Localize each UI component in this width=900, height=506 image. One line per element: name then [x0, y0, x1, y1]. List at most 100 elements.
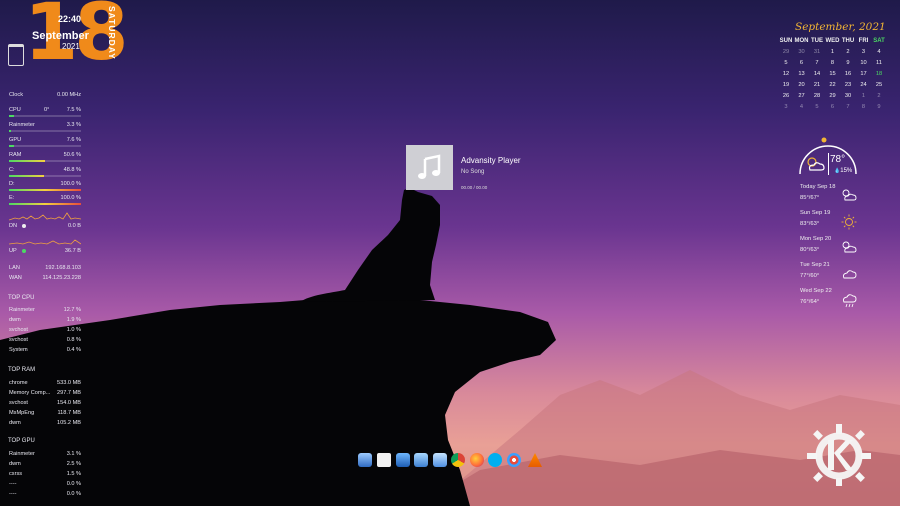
- process-name: ----: [9, 491, 17, 497]
- network-icon[interactable]: [414, 453, 428, 467]
- forecast-day: Wed Sep 22: [800, 288, 832, 294]
- download-row: DN 0.0 B: [9, 223, 81, 229]
- calendar-day[interactable]: 2: [872, 93, 886, 99]
- calendar-day[interactable]: 22: [826, 82, 840, 88]
- calendar-day[interactable]: 6: [826, 104, 840, 110]
- calendar-day[interactable]: 30: [795, 49, 809, 55]
- calendar-day[interactable]: 4: [795, 104, 809, 110]
- calendar-day[interactable]: 7: [810, 60, 824, 66]
- calendar-day[interactable]: 8: [826, 60, 840, 66]
- skype-icon[interactable]: [488, 453, 502, 467]
- forecast-temp: 77°/60°: [800, 273, 820, 279]
- process-name: svchost: [9, 337, 28, 343]
- disk-e-row: E: 100.0 %: [9, 195, 81, 201]
- calendar-day[interactable]: 21: [810, 82, 824, 88]
- calendar-header: TUE: [811, 38, 823, 44]
- calendar-day[interactable]: 11: [872, 60, 886, 66]
- calendar-day[interactable]: 12: [779, 71, 793, 77]
- documents-icon[interactable]: [377, 453, 391, 467]
- process-value: 105.2 MB: [57, 420, 81, 426]
- top-gpu-item: csrss 1.5 %: [9, 471, 81, 477]
- cpu-label: CPU: [9, 107, 21, 113]
- partly-cloudy-icon: [842, 241, 857, 253]
- process-value: 297.7 MB: [57, 390, 81, 396]
- calendar-day[interactable]: 9: [872, 104, 886, 110]
- disk-c-bar: [9, 175, 81, 177]
- calendar-day[interactable]: 1: [826, 49, 840, 55]
- calendar-day[interactable]: 24: [857, 82, 871, 88]
- top-gpu-item: Rainmeter 3.1 %: [9, 451, 81, 457]
- calendar-day[interactable]: 23: [841, 82, 855, 88]
- calendar-day[interactable]: 3: [779, 104, 793, 110]
- calendar-day[interactable]: 18: [872, 71, 886, 77]
- year-display: 2021: [62, 42, 80, 51]
- process-value: 1.0 %: [66, 327, 81, 333]
- calendar-day[interactable]: 5: [810, 104, 824, 110]
- weekday-display: SATURDAY: [107, 6, 117, 60]
- calendar-day[interactable]: 16: [841, 71, 855, 77]
- top-gpu-item: ---- 0.0 %: [9, 481, 81, 487]
- wan-row: WAN 114.125.23.228: [9, 275, 81, 281]
- calendar-day[interactable]: 6: [795, 60, 809, 66]
- disk-c-label: C:: [9, 167, 15, 173]
- rainmeter-bar: [9, 130, 81, 132]
- process-value: 2.5 %: [66, 461, 81, 467]
- calendar-day[interactable]: 4: [872, 49, 886, 55]
- download-graph: [9, 212, 81, 221]
- cpu-temp: 0°: [44, 107, 50, 113]
- calendar-header: WED: [825, 38, 840, 44]
- calendar-day[interactable]: 20: [795, 82, 809, 88]
- calendar-day[interactable]: 31: [810, 49, 824, 55]
- calendar-day[interactable]: 25: [872, 82, 886, 88]
- calendar-day[interactable]: 9: [841, 60, 855, 66]
- process-name: svchost: [9, 400, 28, 406]
- top-cpu-item: System 0.4 %: [9, 347, 81, 353]
- process-name: Rainmeter: [9, 451, 35, 457]
- calendar-day[interactable]: 29: [826, 93, 840, 99]
- calendar-day[interactable]: 10: [857, 60, 871, 66]
- paint-icon[interactable]: [507, 453, 521, 467]
- calendar-day[interactable]: 3: [857, 49, 871, 55]
- download-dot-icon: [22, 224, 26, 228]
- calendar-day[interactable]: 26: [779, 93, 793, 99]
- upload-row: UP 36.7 B: [9, 248, 81, 254]
- clock-speed-label: Clock: [9, 92, 23, 98]
- chrome-icon[interactable]: [451, 453, 465, 467]
- calendar-day[interactable]: 14: [810, 71, 824, 77]
- calendar-day[interactable]: 19: [779, 82, 793, 88]
- rainmeter-row: Rainmeter 3.3 %: [9, 122, 81, 128]
- this-pc-icon[interactable]: [358, 453, 372, 467]
- gpu-value: 7.6 %: [66, 137, 81, 143]
- calendar-title: September, 2021: [795, 21, 886, 33]
- upload-label: UP: [9, 248, 17, 254]
- calendar-day[interactable]: 2: [841, 49, 855, 55]
- calendar-day[interactable]: 13: [795, 71, 809, 77]
- calendar-day[interactable]: 17: [857, 71, 871, 77]
- calendar-day[interactable]: 8: [857, 104, 871, 110]
- forecast-day: Tue Sep 21: [800, 262, 830, 268]
- ram-row: RAM 50.6 %: [9, 152, 81, 158]
- calendar-day[interactable]: 27: [795, 93, 809, 99]
- calendar-day[interactable]: 5: [779, 60, 793, 66]
- top-gpu-title: TOP GPU: [8, 438, 35, 444]
- calendar-day[interactable]: 30: [841, 93, 855, 99]
- calendar-day[interactable]: 28: [810, 93, 824, 99]
- firefox-icon[interactable]: [470, 453, 484, 467]
- calendar-day[interactable]: 29: [779, 49, 793, 55]
- user-folder-icon[interactable]: [433, 453, 447, 467]
- calendar-day[interactable]: 7: [841, 104, 855, 110]
- disk-d-value: 100.0 %: [60, 181, 81, 187]
- wallpaper-scenery: [0, 188, 900, 506]
- process-value: 0.0 %: [66, 481, 81, 487]
- calendar-day[interactable]: 1: [857, 93, 871, 99]
- desktop-icon[interactable]: [396, 453, 410, 467]
- top-ram-item: dwm 105.2 MB: [9, 420, 81, 426]
- process-value: 3.1 %: [66, 451, 81, 457]
- recycle-bin-icon[interactable]: [8, 44, 24, 66]
- calendar-header: SUN: [779, 38, 793, 44]
- calendar-day[interactable]: 15: [826, 71, 840, 77]
- forecast-temp: 80°/63°: [800, 247, 820, 253]
- music-note-icon: [417, 153, 440, 179]
- forecast-temp: 85°/67°: [800, 195, 820, 201]
- album-art[interactable]: [406, 145, 453, 190]
